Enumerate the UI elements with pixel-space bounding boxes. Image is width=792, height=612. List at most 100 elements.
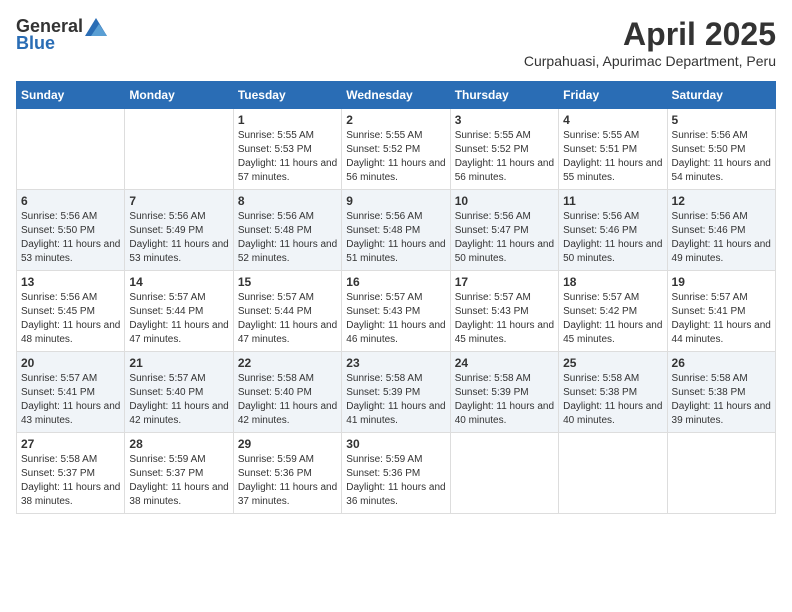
weekday-header: Tuesday — [233, 82, 341, 109]
calendar-week-row: 1 Sunrise: 5:55 AMSunset: 5:53 PMDaylight… — [17, 109, 776, 190]
calendar-header-row: SundayMondayTuesdayWednesdayThursdayFrid… — [17, 82, 776, 109]
day-info: Sunrise: 5:57 AMSunset: 5:44 PMDaylight:… — [238, 291, 337, 347]
day-info: Sunrise: 5:55 AMSunset: 5:52 PMDaylight:… — [346, 129, 445, 185]
calendar-cell: 1 Sunrise: 5:55 AMSunset: 5:53 PMDaylight… — [233, 109, 341, 190]
logo-icon — [85, 18, 107, 36]
day-number: 13 — [21, 275, 120, 289]
day-info: Sunrise: 5:57 AMSunset: 5:43 PMDaylight:… — [346, 291, 445, 347]
calendar-cell: 30Sunrise: 5:59 AMSunset: 5:36 PMDayligh… — [342, 433, 450, 514]
month-year: April 2025 — [524, 16, 776, 53]
day-number: 16 — [346, 275, 445, 289]
calendar-cell: 13 Sunrise: 5:56 AMSunset: 5:45 PMDayligh… — [17, 271, 125, 352]
day-number: 14 — [129, 275, 228, 289]
calendar-cell — [17, 109, 125, 190]
day-number: 29 — [238, 437, 337, 451]
day-info: Sunrise: 5:58 AMSunset: 5:39 PMDaylight:… — [346, 372, 445, 428]
calendar-cell: 26Sunrise: 5:58 AMSunset: 5:38 PMDayligh… — [667, 352, 775, 433]
day-number: 1 — [238, 113, 337, 127]
calendar-cell: 6 Sunrise: 5:56 AMSunset: 5:50 PMDaylight… — [17, 190, 125, 271]
calendar-cell: 20Sunrise: 5:57 AMSunset: 5:41 PMDayligh… — [17, 352, 125, 433]
day-number: 18 — [563, 275, 662, 289]
calendar-week-row: 20Sunrise: 5:57 AMSunset: 5:41 PMDayligh… — [17, 352, 776, 433]
day-info: Sunrise: 5:56 AMSunset: 5:48 PMDaylight:… — [238, 210, 337, 266]
calendar-cell: 17 Sunrise: 5:57 AMSunset: 5:43 PMDayligh… — [450, 271, 558, 352]
day-number: 23 — [346, 356, 445, 370]
day-number: 10 — [455, 194, 554, 208]
day-info: Sunrise: 5:57 AMSunset: 5:41 PMDaylight:… — [672, 291, 771, 347]
day-number: 25 — [563, 356, 662, 370]
calendar-cell — [667, 433, 775, 514]
day-info: Sunrise: 5:56 AMSunset: 5:50 PMDaylight:… — [21, 210, 120, 266]
calendar-cell: 12 Sunrise: 5:56 AMSunset: 5:46 PMDayligh… — [667, 190, 775, 271]
day-info: Sunrise: 5:57 AMSunset: 5:40 PMDaylight:… — [129, 372, 228, 428]
day-info: Sunrise: 5:58 AMSunset: 5:39 PMDaylight:… — [455, 372, 554, 428]
day-number: 9 — [346, 194, 445, 208]
calendar-cell: 10 Sunrise: 5:56 AMSunset: 5:47 PMDayligh… — [450, 190, 558, 271]
header: General Blue April 2025 Curpahuasi, Apur… — [16, 16, 776, 69]
day-info: Sunrise: 5:58 AMSunset: 5:38 PMDaylight:… — [563, 372, 662, 428]
day-number: 27 — [21, 437, 120, 451]
calendar-cell — [125, 109, 233, 190]
day-number: 22 — [238, 356, 337, 370]
day-info: Sunrise: 5:56 AMSunset: 5:50 PMDaylight:… — [672, 129, 771, 185]
title-area: April 2025 Curpahuasi, Apurimac Departme… — [524, 16, 776, 69]
calendar-cell: 2 Sunrise: 5:55 AMSunset: 5:52 PMDaylight… — [342, 109, 450, 190]
day-number: 15 — [238, 275, 337, 289]
calendar-cell: 5 Sunrise: 5:56 AMSunset: 5:50 PMDaylight… — [667, 109, 775, 190]
day-number: 2 — [346, 113, 445, 127]
day-number: 4 — [563, 113, 662, 127]
day-info: Sunrise: 5:59 AMSunset: 5:37 PMDaylight:… — [129, 453, 228, 509]
weekday-header: Wednesday — [342, 82, 450, 109]
day-number: 19 — [672, 275, 771, 289]
calendar-cell: 9 Sunrise: 5:56 AMSunset: 5:48 PMDaylight… — [342, 190, 450, 271]
day-info: Sunrise: 5:55 AMSunset: 5:51 PMDaylight:… — [563, 129, 662, 185]
calendar-cell: 16 Sunrise: 5:57 AMSunset: 5:43 PMDayligh… — [342, 271, 450, 352]
calendar: SundayMondayTuesdayWednesdayThursdayFrid… — [16, 81, 776, 514]
logo: General Blue — [16, 16, 107, 54]
location: Curpahuasi, Apurimac Department, Peru — [524, 53, 776, 69]
day-info: Sunrise: 5:56 AMSunset: 5:46 PMDaylight:… — [672, 210, 771, 266]
day-info: Sunrise: 5:57 AMSunset: 5:44 PMDaylight:… — [129, 291, 228, 347]
calendar-cell: 28 Sunrise: 5:59 AMSunset: 5:37 PMDayligh… — [125, 433, 233, 514]
day-info: Sunrise: 5:57 AMSunset: 5:42 PMDaylight:… — [563, 291, 662, 347]
day-number: 24 — [455, 356, 554, 370]
day-number: 3 — [455, 113, 554, 127]
day-number: 11 — [563, 194, 662, 208]
logo-blue-text: Blue — [16, 33, 55, 54]
calendar-cell: 8 Sunrise: 5:56 AMSunset: 5:48 PMDaylight… — [233, 190, 341, 271]
day-info: Sunrise: 5:56 AMSunset: 5:46 PMDaylight:… — [563, 210, 662, 266]
weekday-header: Sunday — [17, 82, 125, 109]
day-number: 6 — [21, 194, 120, 208]
day-number: 5 — [672, 113, 771, 127]
day-number: 20 — [21, 356, 120, 370]
calendar-cell: 24 Sunrise: 5:58 AMSunset: 5:39 PMDayligh… — [450, 352, 558, 433]
calendar-cell: 3Sunrise: 5:55 AMSunset: 5:52 PMDaylight… — [450, 109, 558, 190]
day-number: 26 — [672, 356, 771, 370]
calendar-cell — [450, 433, 558, 514]
day-info: Sunrise: 5:58 AMSunset: 5:40 PMDaylight:… — [238, 372, 337, 428]
day-number: 8 — [238, 194, 337, 208]
calendar-cell: 19 Sunrise: 5:57 AMSunset: 5:41 PMDayligh… — [667, 271, 775, 352]
day-number: 28 — [129, 437, 228, 451]
day-info: Sunrise: 5:57 AMSunset: 5:43 PMDaylight:… — [455, 291, 554, 347]
calendar-cell — [559, 433, 667, 514]
calendar-cell: 11 Sunrise: 5:56 AMSunset: 5:46 PMDayligh… — [559, 190, 667, 271]
calendar-cell: 15 Sunrise: 5:57 AMSunset: 5:44 PMDayligh… — [233, 271, 341, 352]
day-info: Sunrise: 5:55 AMSunset: 5:53 PMDaylight:… — [238, 129, 337, 185]
day-info: Sunrise: 5:56 AMSunset: 5:48 PMDaylight:… — [346, 210, 445, 266]
day-number: 17 — [455, 275, 554, 289]
calendar-week-row: 13 Sunrise: 5:56 AMSunset: 5:45 PMDayligh… — [17, 271, 776, 352]
weekday-header: Thursday — [450, 82, 558, 109]
day-number: 30 — [346, 437, 445, 451]
calendar-week-row: 6 Sunrise: 5:56 AMSunset: 5:50 PMDaylight… — [17, 190, 776, 271]
day-info: Sunrise: 5:59 AMSunset: 5:36 PMDaylight:… — [238, 453, 337, 509]
calendar-cell: 7Sunrise: 5:56 AMSunset: 5:49 PMDaylight… — [125, 190, 233, 271]
calendar-cell: 18 Sunrise: 5:57 AMSunset: 5:42 PMDayligh… — [559, 271, 667, 352]
weekday-header: Saturday — [667, 82, 775, 109]
calendar-cell: 29 Sunrise: 5:59 AMSunset: 5:36 PMDayligh… — [233, 433, 341, 514]
calendar-week-row: 27Sunrise: 5:58 AMSunset: 5:37 PMDayligh… — [17, 433, 776, 514]
weekday-header: Monday — [125, 82, 233, 109]
day-info: Sunrise: 5:56 AMSunset: 5:45 PMDaylight:… — [21, 291, 120, 347]
day-info: Sunrise: 5:56 AMSunset: 5:47 PMDaylight:… — [455, 210, 554, 266]
day-number: 12 — [672, 194, 771, 208]
